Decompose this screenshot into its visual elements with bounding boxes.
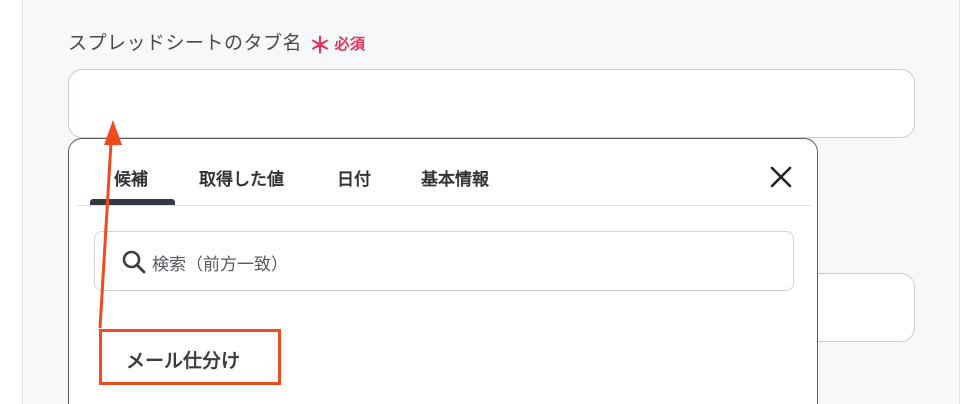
required-badge: 必須 bbox=[334, 35, 366, 53]
tab-date[interactable]: 日付 bbox=[337, 165, 371, 190]
value-picker-popup: 候補 取得した値 日付 基本情報 検索（前方一致） メール仕分け bbox=[68, 138, 818, 404]
popup-tabs: 候補 取得した値 日付 基本情報 bbox=[69, 139, 817, 207]
option-item[interactable]: メール仕分け bbox=[99, 329, 281, 385]
close-button[interactable] bbox=[768, 164, 794, 190]
search-icon bbox=[122, 250, 146, 274]
field-label: スプレッドシートのタブ名 ＊ 必須 bbox=[68, 28, 366, 59]
field-label-text: スプレッドシートのタブ名 bbox=[68, 32, 303, 54]
option-label: メール仕分け bbox=[126, 350, 241, 372]
page: スプレッドシートのタブ名 ＊ 必須 候補 取得した値 日付 基本情報 検索（前方… bbox=[0, 0, 980, 404]
search-placeholder: 検索（前方一致） bbox=[152, 255, 288, 275]
tab-candidates[interactable]: 候補 bbox=[114, 165, 148, 190]
tab-basic-info[interactable]: 基本情報 bbox=[421, 165, 489, 190]
required-asterisk: ＊ bbox=[309, 34, 332, 59]
tab-name-input[interactable] bbox=[68, 69, 915, 138]
search-input[interactable]: 検索（前方一致） bbox=[94, 231, 794, 291]
tab-acquired-values[interactable]: 取得した値 bbox=[199, 165, 284, 190]
close-icon bbox=[770, 166, 792, 188]
tab-divider bbox=[77, 205, 811, 206]
